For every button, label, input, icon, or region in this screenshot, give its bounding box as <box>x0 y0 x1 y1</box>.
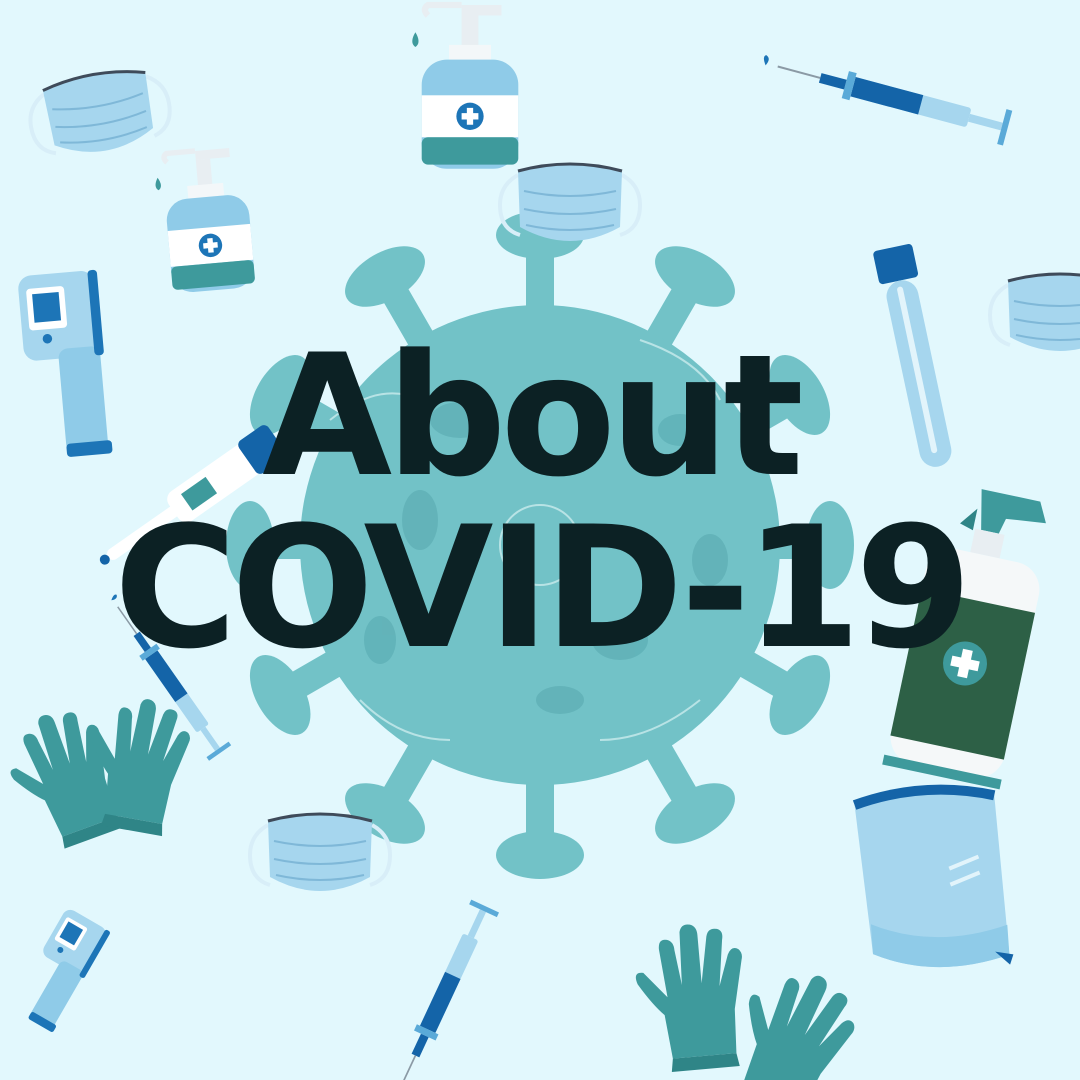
title-line-covid: COVID-19 <box>113 490 972 686</box>
sanitizer-pump-icon <box>412 5 518 169</box>
face-shield-icon <box>852 784 1014 968</box>
syringe-icon <box>379 898 500 1080</box>
syringe-icon <box>756 44 1014 147</box>
mask-icon <box>248 812 392 893</box>
title-block: About COVID-19 <box>0 330 1080 674</box>
mask-icon <box>21 60 178 165</box>
title-line-about: About <box>262 318 804 514</box>
sanitizer-pump-icon <box>153 147 256 295</box>
thermometer-gun-icon <box>9 906 111 1033</box>
